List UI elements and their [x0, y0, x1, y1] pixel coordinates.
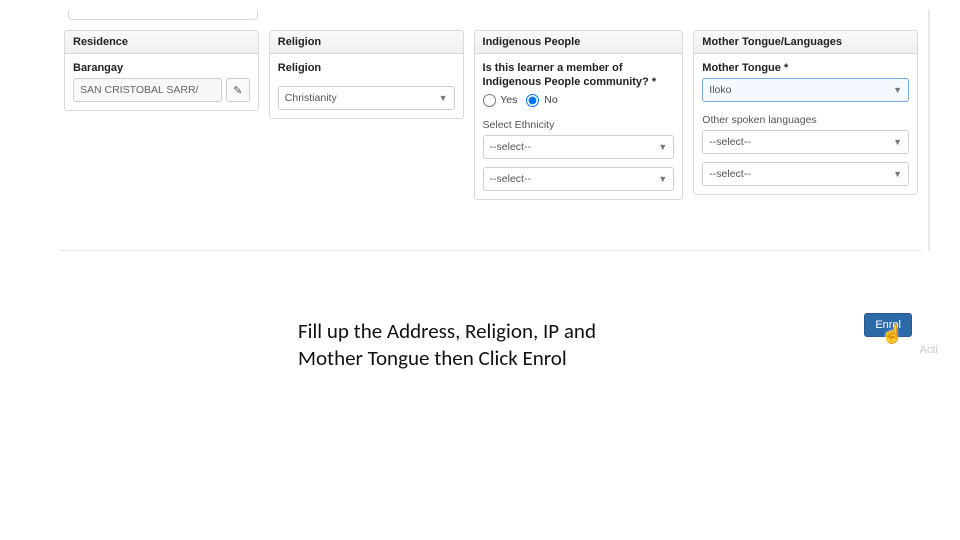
chevron-down-icon: ▼ [893, 85, 902, 95]
chevron-down-icon: ▼ [893, 137, 902, 147]
religion-select-value: Christianity [285, 92, 337, 104]
ip-radio-no-input[interactable] [526, 94, 539, 107]
ip-panel-title: Indigenous People [475, 31, 683, 54]
ip-no-label: No [544, 94, 557, 106]
ethnicity-select-1[interactable]: --select-- ▼ [483, 135, 675, 159]
religion-panel: Religion Religion Christianity ▼ [269, 30, 464, 119]
instruction-caption: Fill up the Address, Religion, IP and Mo… [298, 318, 698, 373]
ip-yes-label: Yes [500, 94, 517, 106]
ethnicity-select-1-value: --select-- [490, 141, 531, 153]
religion-label: Religion [278, 62, 455, 74]
other-language-select-1[interactable]: --select-- ▼ [702, 130, 909, 154]
chevron-down-icon: ▼ [658, 142, 667, 152]
pencil-icon: ✎ [233, 84, 242, 97]
enrol-button[interactable]: Enrol ☝ [864, 313, 912, 337]
ip-radio-yes-input[interactable] [483, 94, 496, 107]
mother-tongue-panel: Mother Tongue/Languages Mother Tongue * … [693, 30, 918, 195]
religion-select[interactable]: Christianity ▼ [278, 86, 455, 110]
indigenous-people-panel: Indigenous People Is this learner a memb… [474, 30, 684, 200]
ip-panel-body: Is this learner a member of Indigenous P… [475, 54, 683, 199]
chevron-down-icon: ▼ [658, 174, 667, 184]
other-language-select-2-value: --select-- [709, 168, 750, 180]
barangay-input[interactable]: SAN CRISTOBAL SARR/ [73, 78, 222, 102]
barangay-row: SAN CRISTOBAL SARR/ ✎ [73, 78, 250, 102]
other-language-select-2[interactable]: --select-- ▼ [702, 162, 909, 186]
watermark-text: Acti [920, 344, 938, 356]
caption-line-1: Fill up the Address, Religion, IP and [298, 318, 596, 344]
residence-panel: Residence Barangay SAN CRISTOBAL SARR/ ✎ [64, 30, 259, 111]
ip-radio-yes[interactable]: Yes [483, 94, 521, 106]
form-area: Residence Barangay SAN CRISTOBAL SARR/ ✎… [60, 10, 930, 251]
section-divider [60, 250, 922, 251]
mt-panel-title: Mother Tongue/Languages [694, 31, 917, 54]
chevron-down-icon: ▼ [893, 169, 902, 179]
ip-question-label: Is this learner a member of Indigenous P… [483, 62, 675, 90]
mother-tongue-label: Mother Tongue * [702, 62, 909, 74]
other-language-select-1-value: --select-- [709, 136, 750, 148]
chevron-down-icon: ▼ [439, 93, 448, 103]
other-languages-label: Other spoken languages [702, 114, 909, 126]
religion-panel-title: Religion [270, 31, 463, 54]
panels-row: Residence Barangay SAN CRISTOBAL SARR/ ✎… [60, 30, 922, 200]
barangay-label: Barangay [73, 62, 250, 74]
mother-tongue-select[interactable]: Iloko ▼ [702, 78, 909, 102]
residence-panel-body: Barangay SAN CRISTOBAL SARR/ ✎ [65, 54, 258, 110]
enrol-button-wrap: Enrol ☝ [864, 313, 912, 337]
select-ethnicity-label: Select Ethnicity [483, 119, 675, 131]
mother-tongue-select-value: Iloko [709, 84, 731, 96]
enrol-button-label: Enrol [875, 319, 901, 331]
barangay-edit-button[interactable]: ✎ [226, 78, 250, 102]
caption-line-2: Mother Tongue then Click Enrol [298, 345, 567, 371]
religion-panel-body: Religion Christianity ▼ [270, 54, 463, 118]
ip-radio-group: Yes No [483, 94, 675, 107]
ip-radio-no[interactable]: No [526, 94, 557, 106]
ethnicity-select-2[interactable]: --select-- ▼ [483, 167, 675, 191]
collapsed-panel-stub [68, 10, 258, 20]
mt-panel-body: Mother Tongue * Iloko ▼ Other spoken lan… [694, 54, 917, 194]
residence-panel-title: Residence [65, 31, 258, 54]
ethnicity-select-2-value: --select-- [490, 173, 531, 185]
